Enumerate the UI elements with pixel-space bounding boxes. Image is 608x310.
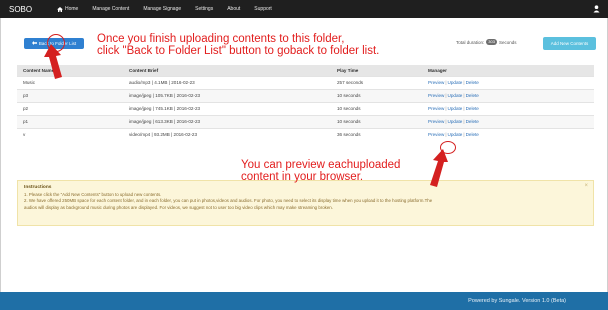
table-row: v video/mp4 | 93.2MB | 2016-02-23 36 sec… [17, 127, 594, 141]
delete-link[interactable]: Delete [466, 93, 479, 98]
manager-actions: Preview|Update|Delete [422, 127, 594, 141]
nav-manage-signage[interactable]: Manage Signage [143, 6, 181, 12]
preview-link[interactable]: Preview [428, 80, 444, 85]
content-brief: video/mp4 | 93.2MB | 2016-02-23 [123, 127, 331, 141]
delete-link[interactable]: Delete [466, 119, 479, 124]
content-brief: image/jpeg | 105.7KB | 2016-02-23 [123, 88, 331, 102]
nav-settings[interactable]: Settings [195, 6, 213, 12]
delete-link[interactable]: Delete [466, 80, 479, 85]
update-link[interactable]: Update [448, 80, 463, 85]
content-name: v [17, 127, 123, 141]
brand-logo[interactable]: SOBO [9, 5, 57, 14]
manager-actions: Preview|Update|Delete [422, 75, 594, 89]
separator: | [463, 80, 465, 85]
content-brief: image/jpeg | 613.3KB | 2016-02-23 [123, 114, 331, 128]
header-manager: Manager [422, 65, 594, 76]
content-name: p3 [17, 88, 123, 102]
manager-actions: Preview|Update|Delete [422, 88, 594, 102]
separator: | [463, 106, 465, 111]
total-duration-unit: Seconds [498, 39, 517, 45]
annotation-line: You can preview eachuploaded [241, 159, 401, 171]
preview-link[interactable]: Preview [428, 119, 444, 124]
annotation-line: click "Back to Folder List" button to go… [97, 45, 380, 57]
annotation-back-to-folder: Once you finish uploading contents to th… [97, 33, 379, 57]
separator: | [445, 106, 447, 111]
content-brief: image/jpeg | 745.1KB | 2016-02-23 [123, 101, 331, 115]
table-row: p1 image/jpeg | 613.3KB | 2016-02-23 10 … [17, 114, 594, 128]
content-name: p2 [17, 101, 123, 115]
preview-link[interactable]: Preview [428, 132, 444, 137]
content-table: Content Name Content Brief Play Time Man… [17, 65, 594, 141]
update-link[interactable]: Update [448, 106, 463, 111]
home-icon [57, 6, 63, 12]
header-play-time: Play Time [331, 65, 422, 76]
instruction-line: audios will display as background music … [24, 204, 333, 210]
table-row: p2 image/jpeg | 745.1KB | 2016-02-23 10 … [17, 101, 594, 115]
update-link[interactable]: Update [448, 132, 463, 137]
table-row: p3 image/jpeg | 105.7KB | 2016-02-23 10 … [17, 88, 594, 102]
manager-actions: Preview|Update|Delete [422, 114, 594, 128]
delete-link[interactable]: Delete [466, 106, 479, 111]
nav-support[interactable]: Support [254, 6, 272, 12]
play-time: 10 seconds [331, 88, 422, 102]
header-content-name: Content Name [17, 65, 123, 76]
preview-link[interactable]: Preview [428, 106, 444, 111]
separator: | [463, 132, 465, 138]
separator: | [445, 132, 447, 138]
total-duration-badge: 303 [486, 39, 497, 45]
separator: | [445, 93, 447, 98]
play-time: 10 seconds [331, 101, 422, 115]
nav-home-label: Home [65, 6, 79, 12]
play-time: 257 seconds [331, 75, 422, 89]
arrow-up-icon [44, 44, 62, 79]
table-header-row: Content Name Content Brief Play Time Man… [17, 65, 594, 76]
content-name: p1 [17, 114, 123, 128]
header-content-brief: Content Brief [123, 65, 331, 76]
preview-link[interactable]: Preview [428, 93, 444, 98]
footer: Powered by Sungale. Version 1.0 (Beta) [0, 292, 608, 310]
annotation-line: Once you finish uploading contents to th… [97, 33, 345, 45]
content-name: Music [17, 75, 123, 89]
content-brief: audio/mp3 | 4.1MB | 2016-02-23 [123, 75, 331, 89]
nav-about[interactable]: About [227, 6, 240, 12]
nav-home[interactable]: Home [57, 6, 78, 12]
separator: | [445, 119, 447, 124]
nav-manage-content[interactable]: Manage Content [92, 6, 129, 12]
update-link[interactable]: Update [448, 119, 463, 124]
separator: | [445, 80, 447, 85]
separator: | [463, 93, 465, 98]
close-icon[interactable]: × [584, 183, 588, 190]
manager-actions: Preview|Update|Delete [422, 101, 594, 115]
separator: | [463, 119, 465, 124]
total-duration-label: Total duration: [456, 39, 485, 45]
arrow-left-icon [31, 41, 37, 46]
update-link[interactable]: Update [448, 93, 463, 98]
annotation-line: content in your browser. [241, 171, 364, 183]
play-time: 36 seconds [331, 127, 422, 141]
annotation-preview: You can preview eachuploaded content in … [241, 159, 400, 183]
play-time: 10 seconds [331, 114, 422, 128]
instructions-panel: Instructions 1. Please click the "Add Ne… [17, 180, 594, 226]
user-icon[interactable] [593, 5, 600, 13]
add-new-contents-button[interactable]: Add New Contents [543, 37, 596, 50]
total-duration: Total duration: 303 Seconds [456, 39, 516, 45]
footer-text: Powered by Sungale. Version 1.0 (Beta) [468, 298, 566, 304]
top-navbar: SOBO Home Manage Content Manage Signage … [0, 0, 608, 18]
delete-link[interactable]: Delete [466, 132, 479, 137]
table-row: Music audio/mp3 | 4.1MB | 2016-02-23 257… [17, 75, 594, 89]
arrow-up-icon [430, 149, 448, 187]
